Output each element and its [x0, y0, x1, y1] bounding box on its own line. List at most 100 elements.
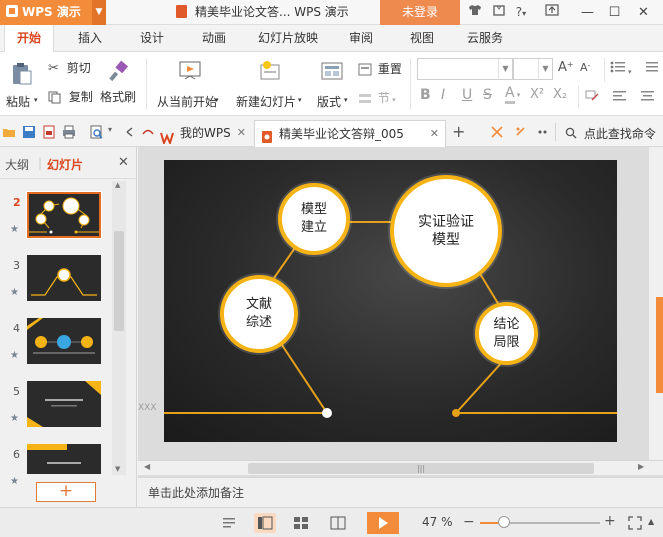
- doc-tab-presentation[interactable]: 精美毕业论文答辩_005 ✕: [254, 120, 446, 147]
- undo-icon[interactable]: [124, 125, 138, 139]
- paste-icon: [13, 63, 32, 85]
- side-panel-toggle[interactable]: [656, 297, 663, 393]
- superscript-button[interactable]: X²: [530, 87, 544, 102]
- maximize-button[interactable]: ☐: [601, 0, 628, 25]
- doc-tab-label: 我的WPS: [180, 126, 231, 140]
- zoom-out-icon[interactable]: −: [463, 514, 475, 530]
- zoom-slider[interactable]: [480, 516, 600, 528]
- circle-model-building[interactable]: 模型 建立: [278, 183, 350, 255]
- tab-slides[interactable]: 幻灯片: [47, 156, 83, 173]
- tab-review[interactable]: 审阅: [341, 25, 381, 52]
- editor-horizontal-scrollbar[interactable]: ◀ ||| ▶: [138, 460, 663, 475]
- copy-button[interactable]: 复制: [48, 88, 93, 105]
- play-from-current-label: 从当前开始: [157, 95, 218, 109]
- tab-cloud[interactable]: 云服务: [460, 25, 510, 52]
- circle-conclusion-limits[interactable]: 结论 局限: [475, 302, 538, 365]
- close-icon[interactable]: ✕: [430, 121, 439, 147]
- clip-icon[interactable]: [514, 125, 528, 139]
- strikethrough-button[interactable]: S: [483, 87, 492, 103]
- grow-font-button[interactable]: A+: [558, 60, 574, 75]
- font-color-button[interactable]: A ▾: [505, 85, 520, 104]
- tab-animation[interactable]: 动画: [194, 25, 234, 52]
- underline-button[interactable]: U: [462, 87, 472, 103]
- circle-empirical-validation[interactable]: 实证验证 模型: [390, 175, 502, 287]
- scroll-down-icon[interactable]: ▼: [115, 465, 120, 473]
- animation-star-icon: ★: [10, 224, 19, 235]
- numbered-list-icon[interactable]: [642, 60, 660, 77]
- font-size-select[interactable]: ▼: [513, 58, 553, 80]
- format-painter-button[interactable]: 格式刷: [98, 58, 138, 110]
- slide-thumb-2[interactable]: 2 ★: [0, 191, 112, 250]
- new-tab-icon[interactable]: +: [452, 122, 465, 141]
- chevron-down-icon[interactable]: ▾: [108, 125, 112, 134]
- tab-home[interactable]: 开始: [4, 25, 54, 53]
- tab-slideshow[interactable]: 幻灯片放映: [252, 25, 324, 52]
- export-pdf-icon[interactable]: [42, 125, 56, 139]
- font-family-select[interactable]: ▼: [417, 58, 513, 80]
- print-preview-icon[interactable]: [90, 125, 104, 139]
- slide-thumb-4[interactable]: 4 ★: [0, 318, 112, 376]
- chevron-up-icon[interactable]: ▲: [648, 517, 654, 526]
- paste-button[interactable]: 粘贴 ▾: [6, 58, 40, 110]
- subscript-button[interactable]: X₂: [553, 87, 567, 102]
- slides-scrollbar[interactable]: ▲ ▼: [112, 181, 126, 475]
- shirt-icon[interactable]: [490, 0, 508, 25]
- slide-thumb-5[interactable]: 5 ★: [0, 381, 112, 439]
- tab-insert[interactable]: 插入: [70, 25, 110, 52]
- tab-view[interactable]: 视图: [402, 25, 442, 52]
- share-icon[interactable]: [490, 125, 504, 139]
- search-commands[interactable]: 点此查找命令: [565, 125, 656, 142]
- doc-tab-mywps[interactable]: 我的WPS ✕: [156, 120, 252, 147]
- save-icon[interactable]: [22, 125, 36, 139]
- slideshow-play-button[interactable]: [367, 512, 399, 534]
- scroll-up-icon[interactable]: ▲: [115, 181, 120, 189]
- chevron-down-icon[interactable]: ▼: [92, 0, 106, 25]
- scroll-left-icon[interactable]: ◀: [144, 462, 150, 471]
- redo-icon[interactable]: [141, 125, 155, 139]
- fit-window-icon[interactable]: [628, 516, 642, 530]
- tab-outline[interactable]: 大纲: [5, 156, 29, 173]
- align-center-icon[interactable]: [640, 89, 656, 106]
- bold-button[interactable]: B: [420, 87, 431, 103]
- align-left-icon[interactable]: [612, 89, 628, 106]
- shrink-font-button[interactable]: A-: [580, 61, 590, 74]
- tab-design[interactable]: 设计: [132, 25, 172, 52]
- cut-button[interactable]: ✂ 剪切: [48, 59, 91, 76]
- normal-view-icon[interactable]: [254, 513, 276, 533]
- print-icon[interactable]: [62, 125, 76, 139]
- play-from-current-button[interactable]: 从当前开始 ▾: [155, 58, 223, 110]
- slide-sorter-icon[interactable]: [290, 513, 312, 533]
- format-painter-label: 格式刷: [100, 90, 137, 104]
- close-icon[interactable]: ✕: [237, 120, 246, 146]
- login-button[interactable]: 未登录: [380, 0, 460, 25]
- zoom-in-icon[interactable]: +: [604, 513, 616, 529]
- clear-format-icon[interactable]: [584, 89, 602, 106]
- scrollbar-thumb[interactable]: |||: [248, 463, 594, 474]
- minimize-button[interactable]: —: [574, 0, 601, 25]
- close-icon[interactable]: ✕: [118, 155, 129, 170]
- slide-thumb-3[interactable]: 3 ★: [0, 255, 112, 313]
- app-menu-button[interactable]: WPS 演示 ▼: [0, 0, 106, 25]
- italic-button[interactable]: I: [441, 87, 445, 103]
- reading-view-icon[interactable]: [327, 513, 349, 533]
- bullet-list-icon[interactable]: ▾: [610, 60, 632, 77]
- dots-icon[interactable]: [536, 125, 550, 139]
- skin-icon[interactable]: [466, 0, 484, 25]
- section-button[interactable]: 节 ▾: [358, 89, 396, 106]
- notes-toggle-icon[interactable]: [218, 513, 240, 533]
- ribbon-tabs: 开始 插入 设计 动画 幻灯片放映 审阅 视图 云服务: [0, 25, 663, 53]
- new-slide-button[interactable]: 新建幻灯片 ▾: [236, 58, 304, 110]
- add-slide-button[interactable]: +: [36, 482, 96, 502]
- close-button[interactable]: ✕: [630, 0, 657, 25]
- reset-button[interactable]: 重置: [358, 60, 402, 77]
- zoom-slider-thumb[interactable]: [498, 516, 510, 528]
- circle-literature-review[interactable]: 文献 综述: [220, 275, 298, 353]
- notes-area[interactable]: 单击此处添加备注: [138, 477, 663, 507]
- slide-canvas[interactable]: 模型 建立 实证验证 模型 文献 综述 结论 局限: [164, 160, 617, 442]
- scroll-right-icon[interactable]: ▶: [638, 462, 644, 471]
- help-button[interactable]: ?▾: [511, 0, 531, 25]
- restore-layout-icon[interactable]: [541, 0, 563, 25]
- open-folder-icon[interactable]: [2, 125, 16, 139]
- scrollbar-thumb[interactable]: [114, 231, 124, 331]
- layout-button[interactable]: 版式 ▾: [315, 58, 353, 110]
